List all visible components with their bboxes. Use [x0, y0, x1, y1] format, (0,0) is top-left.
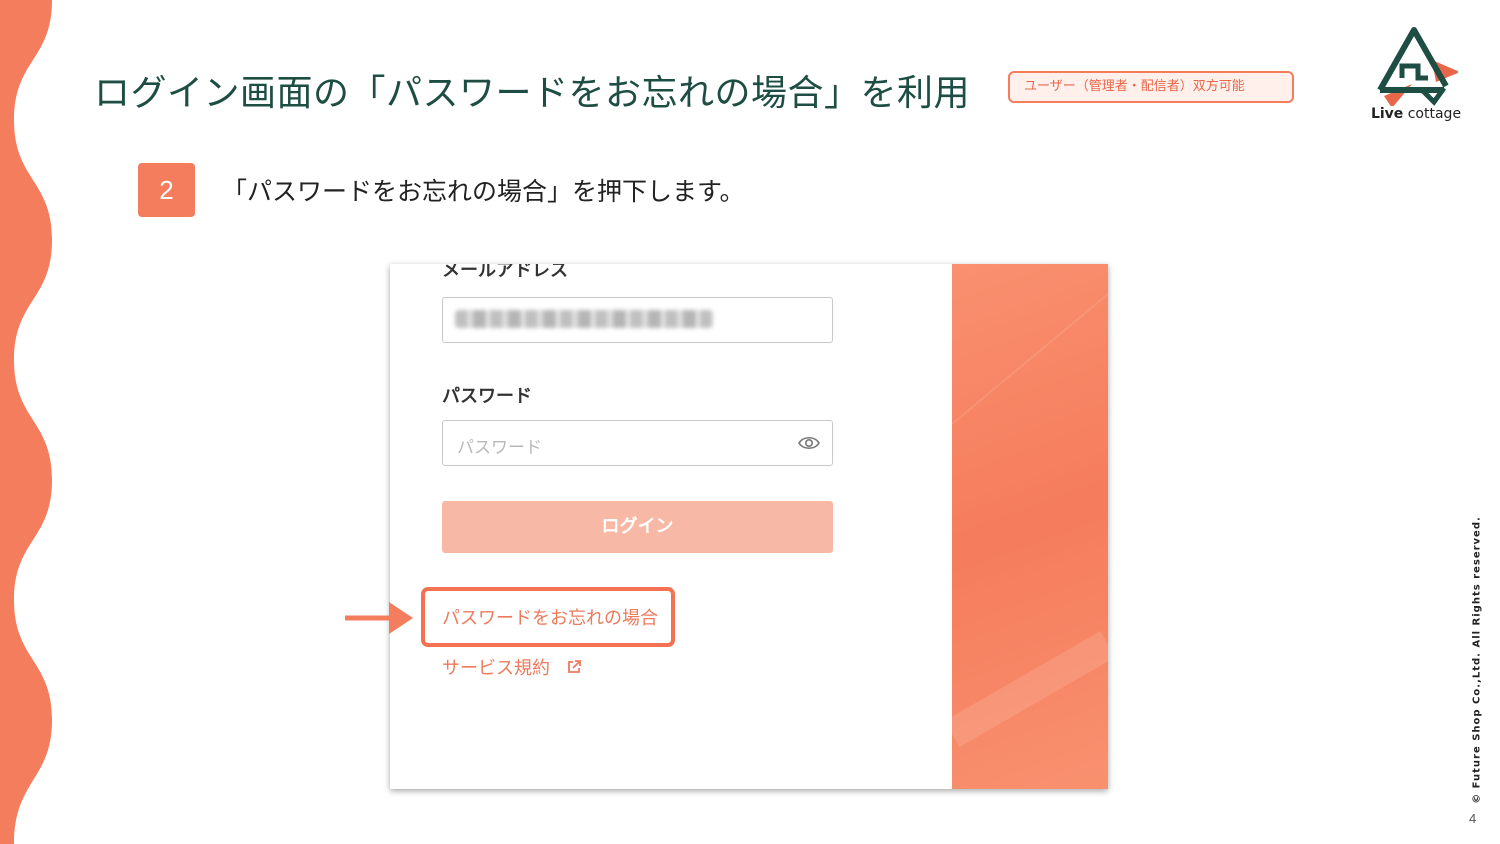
password-placeholder: パスワード	[457, 438, 542, 458]
logo-text: Live cottage	[1370, 106, 1462, 122]
email-value-blurred	[455, 310, 713, 328]
terms-link[interactable]: サービス規約	[442, 654, 582, 680]
page-number: 4	[1469, 811, 1477, 826]
step-instruction: 「パスワードをお忘れの場合」を押下します。	[222, 177, 745, 206]
live-cottage-logo: Live cottage	[1366, 22, 1466, 132]
wave-decoration	[0, 0, 52, 844]
external-link-icon	[567, 660, 581, 673]
slide-title: ログイン画面の「パスワードをお忘れの場合」を利用	[94, 73, 971, 114]
forgot-password-link[interactable]: パスワードをお忘れの場合	[442, 604, 658, 630]
step-number-badge: 2	[138, 163, 195, 217]
audience-badge: ユーザー（管理者・配信者）双方可能	[1008, 71, 1294, 103]
password-label: パスワード	[442, 386, 532, 407]
email-field[interactable]	[442, 297, 833, 343]
house-mountain-logo-icon	[1377, 27, 1458, 106]
brand-side-panel	[952, 264, 1108, 789]
terms-link-label: サービス規約	[442, 658, 550, 679]
copyright: © Future Shop Co.,Ltd. All Rights reserv…	[1471, 516, 1483, 804]
eye-icon[interactable]	[798, 435, 820, 451]
pointer-arrow	[345, 602, 413, 634]
email-label: メールアドレス	[442, 264, 568, 281]
login-screenshot: メールアドレス パスワード パスワード ログイン パスワードをお忘れの場合 サー…	[390, 264, 1108, 789]
login-button[interactable]: ログイン	[442, 501, 833, 553]
password-field[interactable]: パスワード	[442, 420, 833, 466]
